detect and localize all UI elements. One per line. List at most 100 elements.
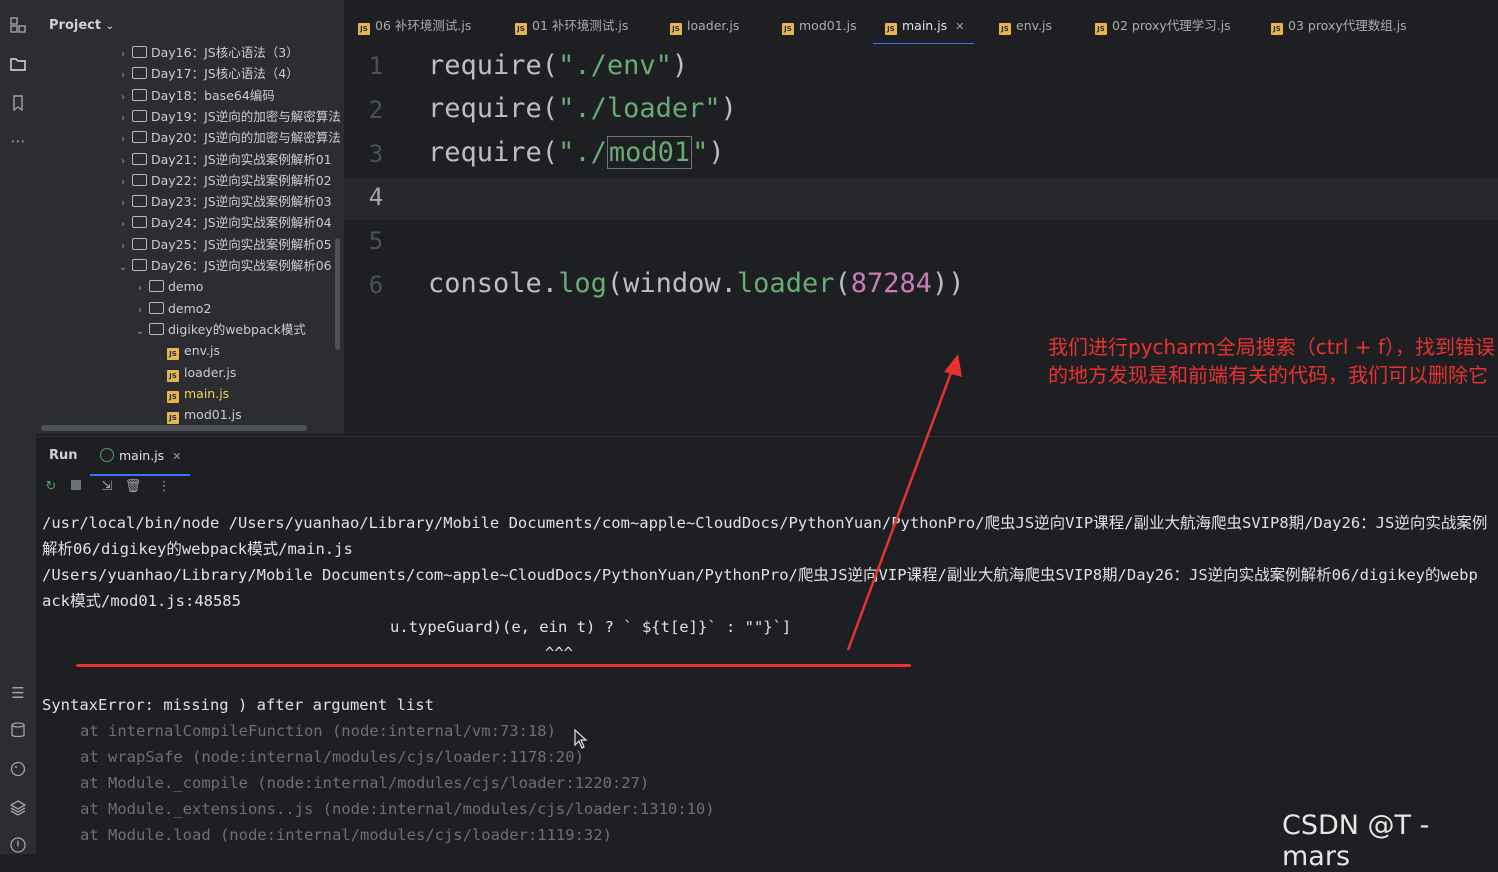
tree-folder[interactable]: ⌄ digikey的webpack模式 <box>133 319 306 340</box>
editor-tab[interactable]: JS loader.js <box>670 0 739 44</box>
code-line-3: require("./mod01") <box>428 136 725 169</box>
folder-icon <box>132 259 147 271</box>
project-title[interactable]: Project ⌄ <box>49 18 114 33</box>
folder-icon <box>132 109 147 122</box>
chevron-right-icon[interactable]: › <box>116 108 130 129</box>
annotation-underline <box>76 664 911 667</box>
tree-file[interactable]: JS mod01.js <box>167 404 242 425</box>
tree-item-label: env.js <box>184 343 220 359</box>
structure-icon[interactable] <box>8 16 28 36</box>
trash-icon[interactable]: 🗑 <box>124 478 142 496</box>
tree-horizontal-scrollbar[interactable] <box>41 425 307 431</box>
chevron-right-icon[interactable]: › <box>116 172 130 193</box>
javascript-file-icon: JS <box>358 23 370 35</box>
tree-folder[interactable]: › Day16：JS核心语法（3） <box>116 42 299 63</box>
tree-item-label: Day22：JS逆向实战案例解析02 <box>151 172 332 188</box>
editor-tab[interactable]: JS mod01.js <box>782 0 857 44</box>
tab-label: loader.js <box>687 18 740 33</box>
tree-folder[interactable]: › demo <box>133 276 203 297</box>
folder-icon <box>132 131 147 144</box>
tab-label: env.js <box>1016 18 1052 33</box>
chevron-right-icon[interactable]: › <box>116 236 130 257</box>
code-line-2: require("./loader") <box>428 93 737 124</box>
javascript-file-icon: JS <box>1271 23 1283 35</box>
tree-folder[interactable]: › demo2 <box>133 298 211 319</box>
tree-folder[interactable]: › Day25：JS逆向实战案例解析05 <box>116 234 332 255</box>
rerun-icon[interactable]: ↻ <box>42 478 60 496</box>
stack-trace-line: at wrapSafe (node:internal/modules/cjs/l… <box>80 748 584 766</box>
console-output[interactable]: /usr/local/bin/node /Users/yuanhao/Libra… <box>42 510 1498 844</box>
chevron-right-icon[interactable]: › <box>116 44 130 65</box>
more-options-icon[interactable]: ⋮ <box>155 478 173 496</box>
chevron-right-icon[interactable]: › <box>116 129 130 150</box>
chevron-right-icon[interactable]: › <box>116 214 130 235</box>
tree-item-label: demo2 <box>168 300 212 316</box>
tree-file[interactable]: JS env.js <box>167 340 220 361</box>
line-number-current: 4 <box>368 183 384 211</box>
line-number: 5 <box>368 227 384 255</box>
bookmark-icon[interactable] <box>8 94 28 114</box>
error-message: SyntaxError: missing ) after argument li… <box>42 696 434 714</box>
run-tab-main[interactable]: main.js ✕ <box>90 436 190 476</box>
console-line: u.typeGuard)(e, ein t) ? ` ${t[e]}` : ""… <box>390 618 792 636</box>
tree-folder[interactable]: › Day18：base64编码 <box>116 85 275 106</box>
stop-icon[interactable] <box>67 478 85 496</box>
chevron-right-icon[interactable]: › <box>116 151 130 172</box>
tree-item-label: Day16：JS核心语法（3） <box>151 45 299 60</box>
tree-scrollbar[interactable] <box>335 238 340 350</box>
tree-folder[interactable]: › Day21：JS逆向实战案例解析01 <box>116 149 332 170</box>
chevron-right-icon[interactable]: › <box>116 87 130 108</box>
line-number: 6 <box>368 271 384 299</box>
tab-label: 01 补环境测试.js <box>532 18 629 33</box>
tree-folder[interactable]: › Day24：JS逆向实战案例解析04 <box>116 212 332 233</box>
chevron-right-icon[interactable]: › <box>133 300 147 321</box>
editor-tab[interactable]: JS 03 proxy代理数组.js <box>1271 0 1407 44</box>
tree-file[interactable]: JS main.js <box>167 383 229 404</box>
tree-file[interactable]: JS loader.js <box>167 362 236 383</box>
problems-icon[interactable] <box>8 836 28 856</box>
stack-trace-line: at internalCompileFunction (node:interna… <box>80 722 556 740</box>
javascript-file-icon: JS <box>167 412 179 425</box>
scroll-to-end-icon[interactable]: ⇲ <box>98 478 116 496</box>
editor-tab[interactable]: JS main.js ✕ <box>873 0 975 46</box>
chevron-right-icon[interactable]: › <box>133 278 147 299</box>
chevron-right-icon[interactable]: › <box>116 193 130 214</box>
code-line-6: console.log(window.loader(87284)) <box>428 268 965 299</box>
editor-tab[interactable]: JS env.js <box>999 0 1052 44</box>
project-tree: › Day16：JS核心语法（3） › Day17：JS核心语法（4） › Day18：b… <box>36 42 344 434</box>
javascript-file-icon: JS <box>885 23 897 35</box>
tree-folder[interactable]: › Day20：JS逆向的加密与解密算法 <box>116 127 341 148</box>
run-title: Run <box>49 448 78 463</box>
tree-item-label: main.js <box>184 385 230 401</box>
tree-folder[interactable]: › Day22：JS逆向实战案例解析02 <box>116 170 332 191</box>
python-console-icon[interactable] <box>8 760 28 780</box>
activity-bar: ⋯ ☰ <box>0 0 37 854</box>
tree-item-label: digikey的webpack模式 <box>168 321 306 337</box>
close-icon[interactable]: ✕ <box>172 450 181 463</box>
editor-tab[interactable]: JS 02 proxy代理学习.js <box>1095 0 1231 44</box>
layers-icon[interactable] <box>8 799 28 819</box>
list-icon[interactable]: ☰ <box>8 683 28 703</box>
chevron-down-icon[interactable]: ⌄ <box>116 257 130 278</box>
javascript-file-icon: JS <box>167 348 179 361</box>
tree-item-label: loader.js <box>184 364 237 380</box>
annotation-text: 我们进行pycharm全局搜索（ctrl + f），找到错误的地方发现是和前端有… <box>1048 335 1495 387</box>
editor-tab[interactable]: JS 01 补环境测试.js <box>515 0 628 44</box>
folder-icon[interactable] <box>8 55 28 75</box>
tree-folder[interactable]: › Day17：JS核心语法（4） <box>116 63 299 84</box>
editor-tab[interactable]: JS 06 补环境测试.js <box>358 0 471 44</box>
chevron-down-icon[interactable]: ⌄ <box>133 321 147 342</box>
highlighted-word: mod01 <box>606 136 693 169</box>
run-panel-header <box>36 436 1498 477</box>
chevron-right-icon[interactable]: › <box>116 65 130 86</box>
tree-folder[interactable]: ⌄ Day26：JS逆向实战案例解析06 <box>116 255 332 276</box>
javascript-file-icon: JS <box>999 23 1011 35</box>
folder-icon <box>149 301 164 314</box>
tree-folder[interactable]: › Day23：JS逆向实战案例解析03 <box>116 191 332 212</box>
close-icon[interactable]: ✕ <box>955 20 964 33</box>
database-icon[interactable] <box>8 721 28 741</box>
more-icon[interactable]: ⋯ <box>8 131 28 151</box>
console-line: /Users/yuanhao/Library/Mobile Documents/… <box>42 566 1478 584</box>
tree-folder[interactable]: › Day19：JS逆向的加密与解密算法 <box>116 106 341 127</box>
tree-item-label: Day25：JS逆向实战案例解析05 <box>151 236 332 252</box>
